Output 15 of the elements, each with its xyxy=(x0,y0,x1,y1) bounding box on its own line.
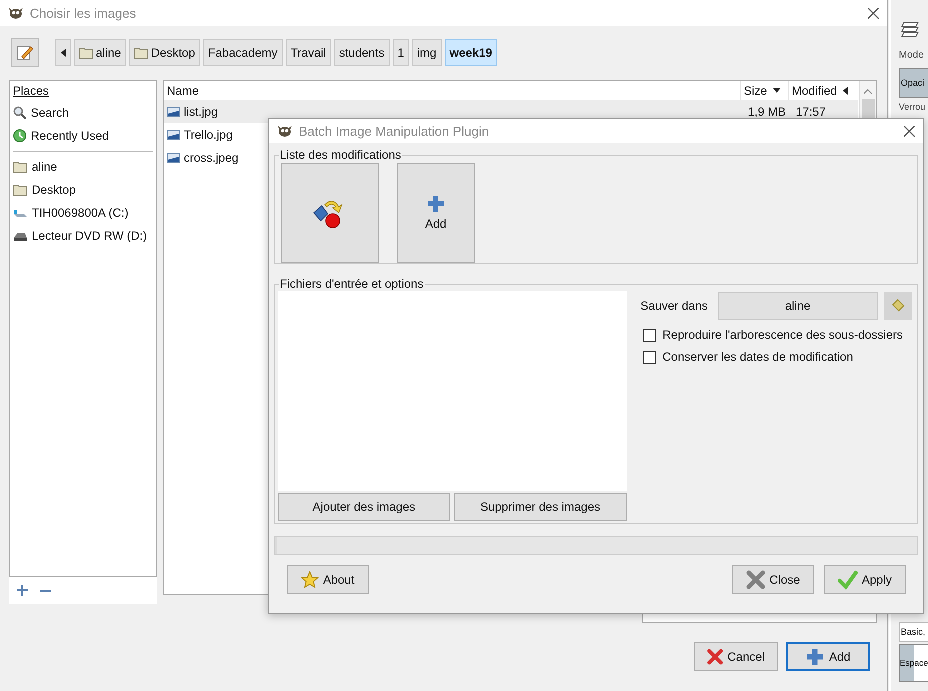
window-title: Choisir les images xyxy=(30,6,138,20)
window-title: Batch Image Manipulation Plugin xyxy=(299,124,490,138)
file-modified: 17:57 xyxy=(796,104,828,118)
option-label: Reproduire l'arborescence des sous-dossiers xyxy=(662,328,904,342)
option-label: Conserver les dates de modification xyxy=(662,350,854,364)
save-label: Sauver dans xyxy=(640,299,708,313)
file-name: cross.jpeg xyxy=(184,150,239,164)
places-header: Places xyxy=(13,83,50,100)
lock-label: Verrou xyxy=(899,102,926,112)
frame-title: Liste des modifications xyxy=(279,148,402,162)
mode-label: Mode xyxy=(899,50,924,61)
frame-title: Fichiers d'entrée et options xyxy=(279,277,425,291)
file-name: list.jpg xyxy=(184,104,218,118)
file-size: 1,9 MB xyxy=(748,104,788,118)
file-name: Trello.jpg xyxy=(184,128,233,142)
